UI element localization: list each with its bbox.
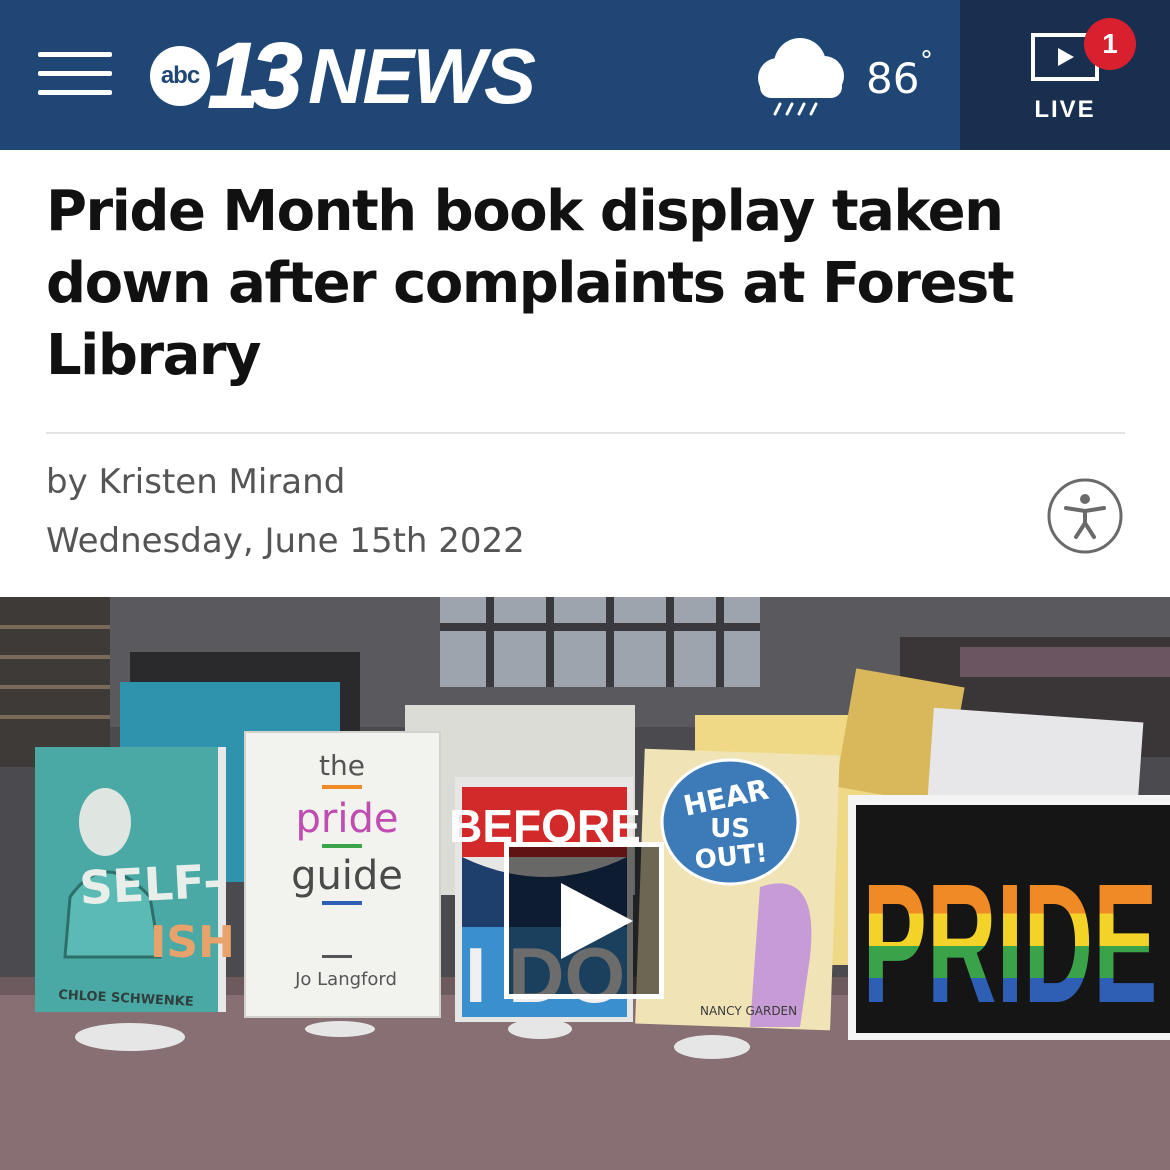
pride-sign-text: PRIDE — [863, 849, 1158, 1039]
divider — [46, 432, 1125, 434]
play-button[interactable] — [504, 842, 664, 999]
book-2-title-2: pride — [296, 796, 399, 842]
book-2-title-3: guide — [291, 853, 403, 899]
rain-cloud-icon[interactable] — [750, 34, 850, 116]
app-header: abc 13 NEWS 86 ° 1 LIVE — [0, 0, 1170, 150]
temperature-unit: ° — [920, 46, 933, 76]
logo-channel: 13 — [207, 25, 303, 127]
book-2-author: Jo Langford — [294, 969, 397, 990]
book-1-title-top: SELF- — [78, 854, 224, 915]
live-label: LIVE — [1034, 96, 1096, 123]
video-player[interactable]: SELF- ISH CHLOE SCHWENKE the pride guide… — [0, 597, 1170, 1170]
temperature[interactable]: 86 — [866, 52, 919, 106]
live-notification-badge: 1 — [1084, 18, 1136, 70]
live-button[interactable]: 1 LIVE — [960, 0, 1170, 150]
play-icon — [561, 883, 633, 959]
logo-brand: NEWS — [308, 32, 536, 120]
book-2-title-1: the — [319, 749, 365, 782]
book-4-author: NANCY GARDEN — [700, 1004, 797, 1018]
station-logo[interactable]: abc 13 NEWS — [150, 27, 570, 125]
accessibility-icon[interactable] — [1046, 477, 1124, 555]
logo-network: abc — [150, 46, 210, 106]
article-byline[interactable]: by Kristen Mirand — [46, 460, 345, 504]
article-headline: Pride Month book display taken down afte… — [46, 179, 1015, 388]
article-date: Wednesday, June 15th 2022 — [46, 521, 525, 561]
hamburger-menu-icon[interactable] — [38, 52, 112, 96]
book-1-title-bottom: ISH — [150, 917, 235, 968]
book-4-title-2: US — [710, 814, 750, 844]
